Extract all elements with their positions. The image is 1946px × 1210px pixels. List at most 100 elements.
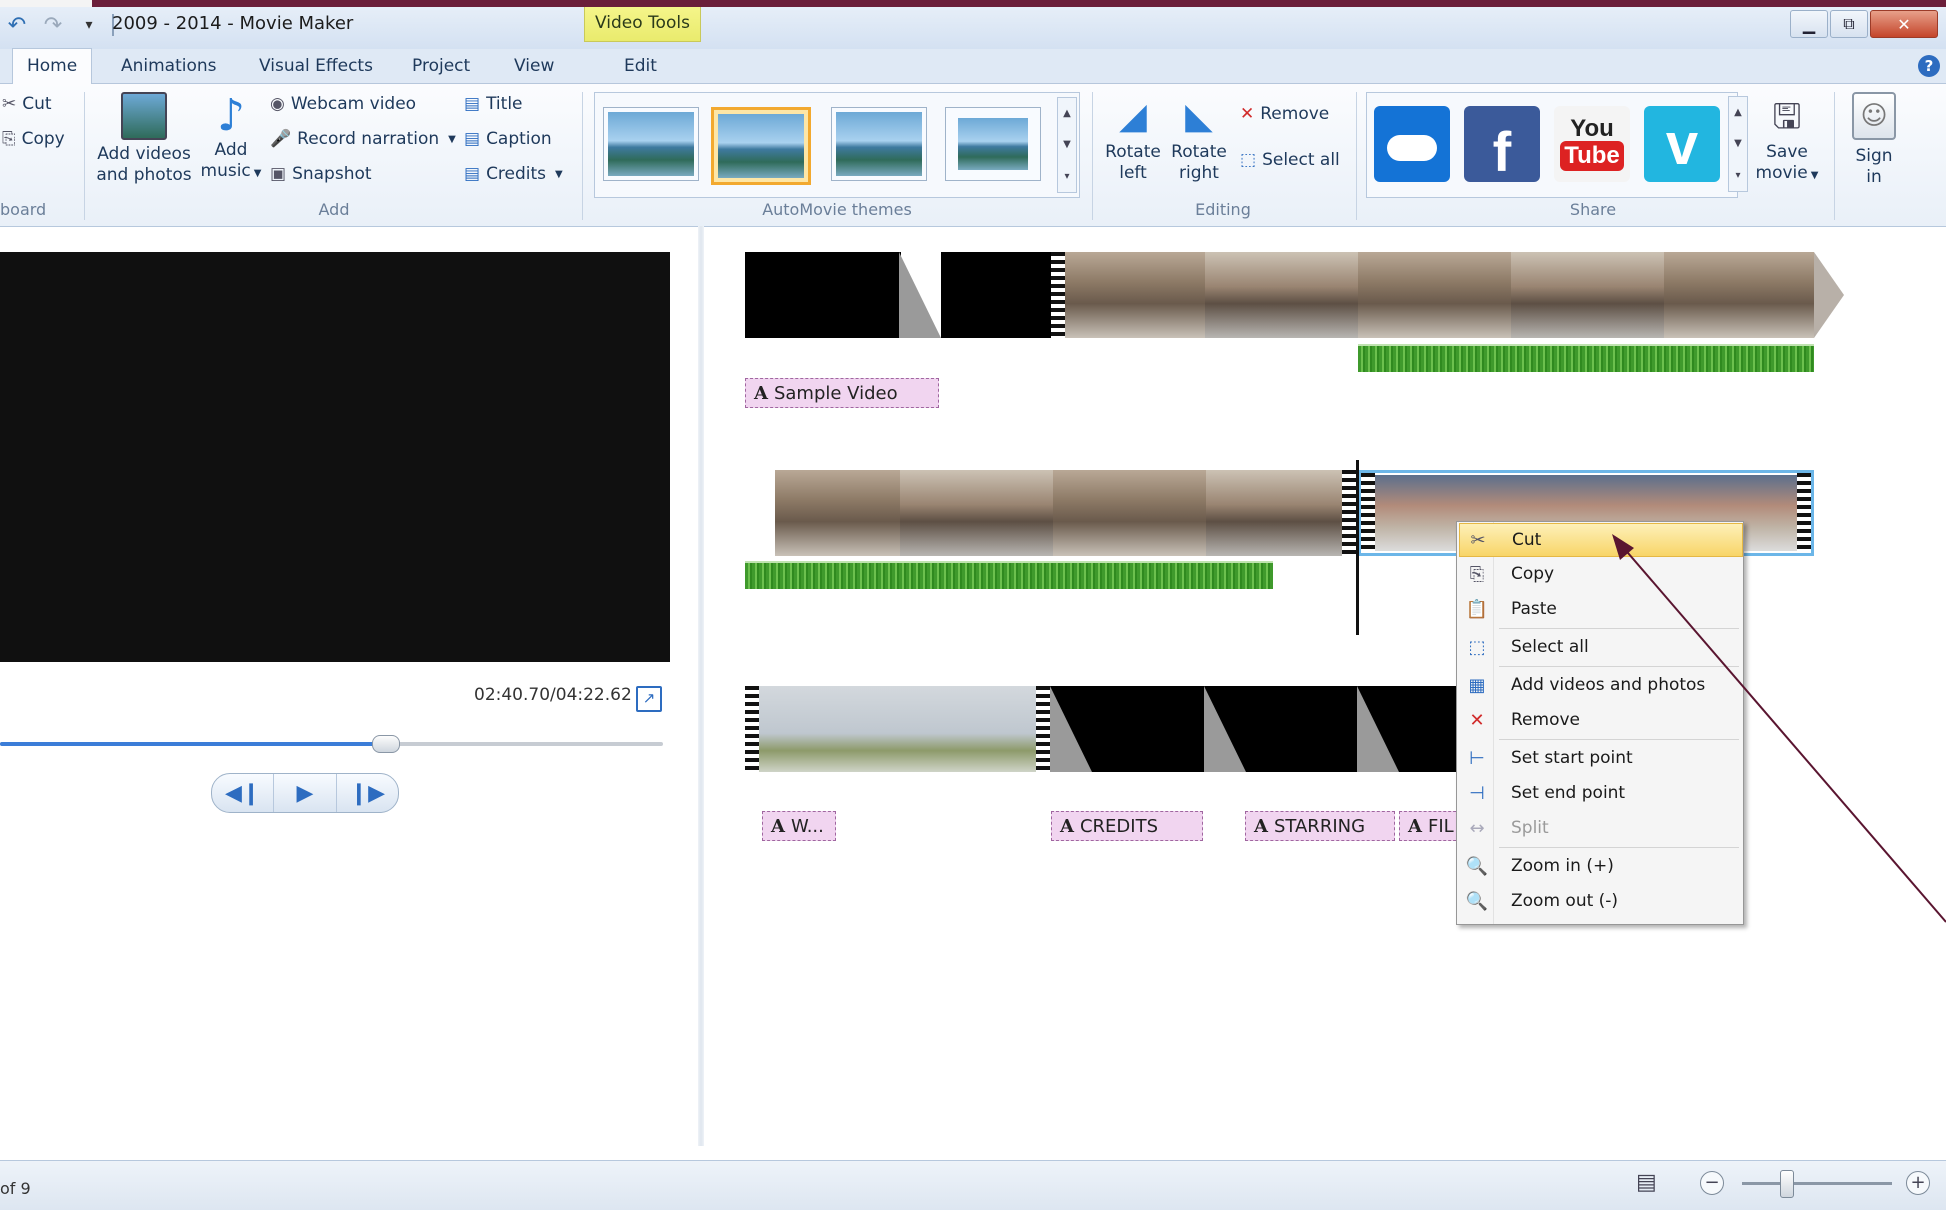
- close-button[interactable]: ✕: [1870, 10, 1938, 38]
- theme-thumbnail[interactable]: [603, 107, 699, 181]
- record-narration-button[interactable]: 🎤 Record narration ▼: [270, 125, 456, 153]
- facebook-icon[interactable]: f: [1464, 106, 1540, 183]
- video-frame[interactable]: [1053, 470, 1206, 556]
- undo-icon[interactable]: ↶: [4, 12, 30, 38]
- tab-visual-effects[interactable]: Visual Effects: [245, 49, 387, 83]
- playhead[interactable]: [1356, 460, 1359, 635]
- rotate-left-button[interactable]: ◢ Rotate left: [1100, 92, 1166, 184]
- gallery-scroll[interactable]: ▲ ▼ ▾: [1057, 97, 1077, 193]
- video-frame[interactable]: [1065, 252, 1205, 338]
- zoom-slider[interactable]: [1742, 1182, 1892, 1185]
- gallery-more-icon[interactable]: ▾: [1735, 170, 1740, 181]
- split-icon: ↔: [1469, 817, 1485, 839]
- zoom-out-button[interactable]: −: [1700, 1171, 1724, 1195]
- copy-icon: ⎘: [1469, 563, 1485, 585]
- customize-toolbar-icon[interactable]: ▾: [76, 12, 102, 38]
- zoom-slider-thumb[interactable]: [1780, 1170, 1794, 1198]
- redo-icon[interactable]: ↷: [40, 12, 66, 38]
- video-frame[interactable]: [898, 686, 1036, 772]
- clip-boundary-sprocket: [745, 686, 759, 772]
- remove-button[interactable]: ✕ Remove: [1240, 100, 1329, 128]
- minimize-button[interactable]: ▁: [1790, 10, 1828, 38]
- black-clip[interactable]: [745, 252, 901, 338]
- video-frame[interactable]: [1664, 252, 1814, 338]
- webcam-video-button[interactable]: ◉ Webcam video: [270, 90, 416, 118]
- rotate-right-button[interactable]: ◣ Rotate right: [1166, 92, 1232, 184]
- video-frame[interactable]: [759, 686, 898, 772]
- add-music-label-2: music ▼: [196, 161, 266, 184]
- tab-animations[interactable]: Animations: [107, 49, 231, 83]
- tab-edit[interactable]: Edit: [610, 49, 671, 83]
- credits-button[interactable]: ▤ Credits ▼: [464, 160, 563, 188]
- add-videos-photos-button[interactable]: Add videos and photos: [94, 92, 194, 186]
- gallery-more-icon[interactable]: ▾: [1064, 171, 1069, 182]
- theme-thumbnail-selected[interactable]: [711, 107, 811, 185]
- next-frame-button[interactable]: ❙▶: [337, 774, 398, 812]
- video-frame[interactable]: [900, 470, 1053, 556]
- video-frame[interactable]: [1511, 252, 1664, 338]
- chevron-down-icon: ▼: [253, 168, 262, 179]
- panel-splitter[interactable]: [698, 226, 704, 1146]
- theme-thumbnail[interactable]: [831, 107, 927, 181]
- onedrive-icon[interactable]: [1374, 106, 1450, 182]
- caption-fil[interactable]: A FIL: [1399, 811, 1461, 841]
- chevron-down-icon: ▼: [448, 133, 456, 145]
- share-gallery-scroll[interactable]: ▲ ▼ ▾: [1728, 96, 1748, 192]
- caption-text: CREDITS: [1079, 815, 1159, 837]
- copy-label: Copy: [21, 129, 65, 149]
- scroll-up-icon[interactable]: ▲: [1734, 107, 1742, 118]
- continuation-arrow: [745, 470, 775, 556]
- video-frame[interactable]: [1358, 252, 1511, 338]
- save-movie-button[interactable]: 🖫 Save movie ▼: [1752, 92, 1822, 186]
- zoom-in-button[interactable]: +: [1906, 1171, 1930, 1195]
- caption-w[interactable]: A W...: [762, 811, 836, 841]
- audio-waveform[interactable]: [745, 561, 1273, 589]
- tab-project[interactable]: Project: [398, 49, 484, 83]
- youtube-icon[interactable]: You Tube: [1554, 106, 1630, 182]
- seek-bar-thumb[interactable]: [372, 735, 400, 753]
- tab-home[interactable]: Home: [12, 48, 93, 85]
- menu-item-label: Copy: [1511, 564, 1555, 584]
- previous-frame-button[interactable]: ◀❙: [212, 774, 275, 812]
- play-button[interactable]: ▶: [274, 774, 337, 812]
- video-preview[interactable]: [0, 252, 670, 662]
- video-frame[interactable]: [775, 470, 900, 556]
- music-note-icon: ♪: [216, 90, 246, 141]
- fullscreen-expand-icon[interactable]: ↗: [636, 686, 662, 712]
- caption-button[interactable]: ▤ Caption: [464, 125, 552, 153]
- restore-button[interactable]: ⧉: [1830, 10, 1868, 38]
- rotate-left-icon: ◢: [1119, 96, 1147, 137]
- vimeo-icon[interactable]: v: [1644, 106, 1720, 182]
- storyboard-view-icon[interactable]: ▤: [1636, 1170, 1666, 1196]
- remove-icon: ✕: [1469, 709, 1485, 731]
- caption-starring[interactable]: A STARRING: [1245, 811, 1395, 841]
- caption-credits[interactable]: A CREDITS: [1051, 811, 1203, 841]
- caption-text: W...: [790, 815, 824, 837]
- scroll-down-icon[interactable]: ▼: [1063, 139, 1071, 150]
- cut-button[interactable]: ✂ Cut: [2, 90, 52, 118]
- audio-waveform[interactable]: [1358, 344, 1814, 372]
- snapshot-button[interactable]: ▣ Snapshot: [270, 160, 372, 188]
- tab-view[interactable]: View: [500, 49, 568, 83]
- menu-item-label: Cut: [1512, 530, 1542, 550]
- scroll-up-icon[interactable]: ▲: [1063, 108, 1071, 119]
- help-icon[interactable]: ?: [1918, 55, 1940, 77]
- sign-in-button[interactable]: ☺ Sign in: [1842, 92, 1906, 188]
- caption-sample-video[interactable]: A Sample Video: [745, 378, 939, 408]
- text-caption-icon: A: [1408, 815, 1422, 837]
- add-music-button[interactable]: ♪ Add music ▼: [196, 92, 266, 184]
- caption-text: STARRING: [1273, 815, 1366, 837]
- black-clip[interactable]: [941, 252, 1051, 338]
- video-frame[interactable]: [1206, 470, 1342, 556]
- select-all-button[interactable]: ⬚ Select all: [1240, 146, 1340, 174]
- copy-button[interactable]: ⎘ Copy: [2, 125, 65, 153]
- scroll-down-icon[interactable]: ▼: [1734, 138, 1742, 149]
- theme-thumbnail[interactable]: [945, 107, 1041, 181]
- webcam-icon: ◉: [270, 94, 285, 114]
- add-videos-label-1: Add videos: [97, 144, 191, 164]
- timecode: 02:40.70/04:22.62: [474, 685, 632, 705]
- video-frame[interactable]: [1205, 252, 1358, 338]
- title-button[interactable]: ▤ Title: [464, 90, 523, 118]
- menu-item-label: Select all: [1511, 637, 1589, 657]
- quick-access-toolbar: ↶ ↷ ▾: [4, 12, 114, 38]
